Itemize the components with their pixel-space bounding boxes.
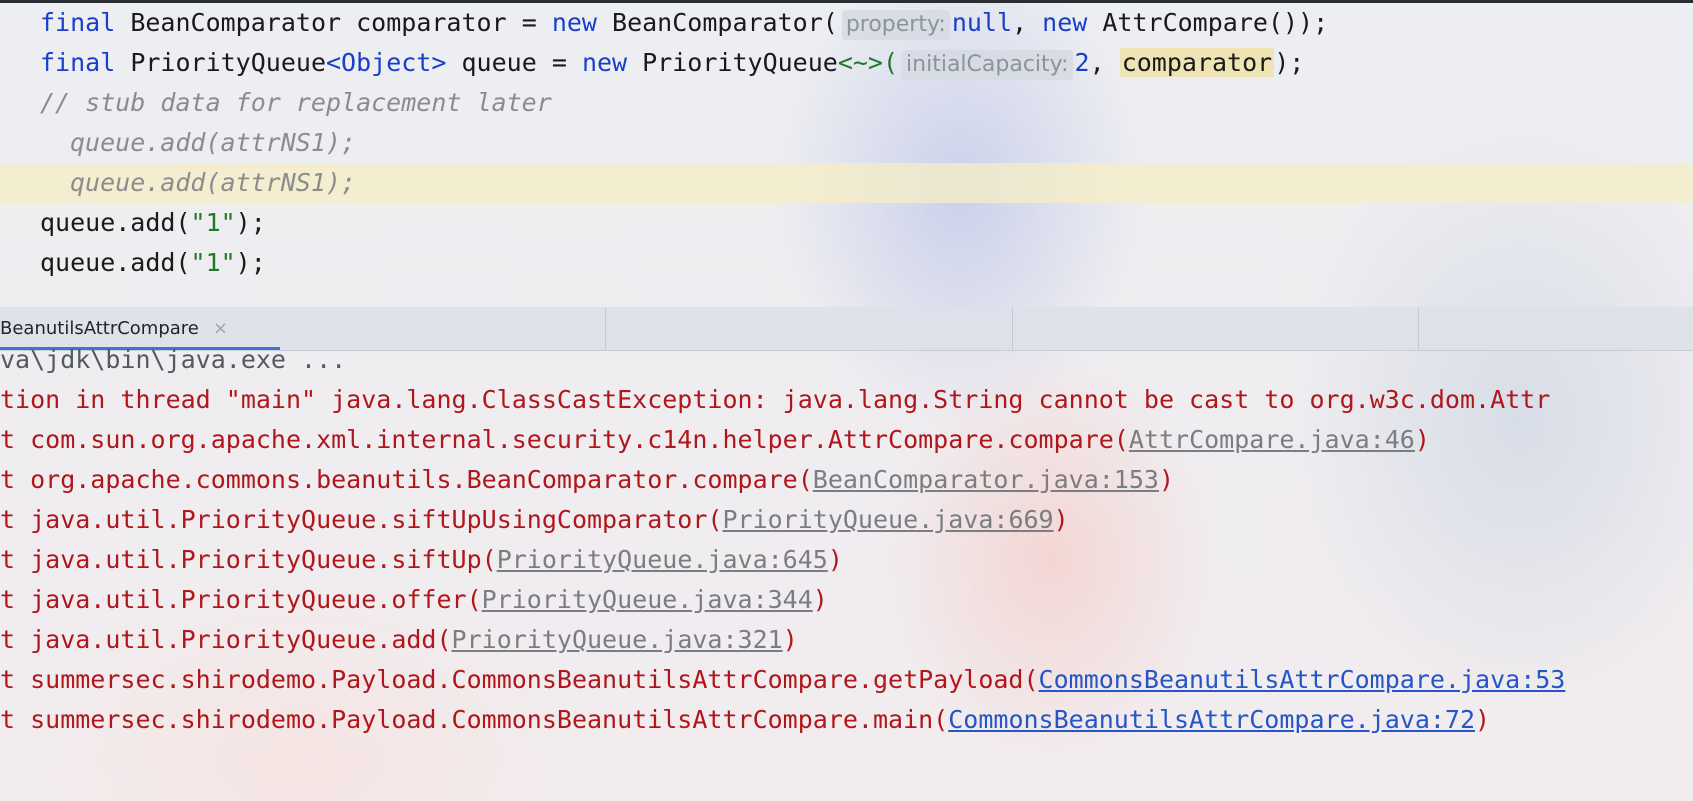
highlighted-variable: comparator [1119, 48, 1275, 77]
punctuation: ()); [1267, 8, 1329, 37]
code-line-6[interactable]: queue.add("1"); [0, 203, 1693, 243]
run-console-output[interactable]: va\jdk\bin\java.exe ... tion in thread "… [0, 342, 1693, 801]
string-literal: "1" [190, 248, 236, 277]
stack-frame-text: t org.apache.commons.beanutils.BeanCompa… [0, 465, 813, 494]
stack-frame-text: t java.util.PriorityQueue.offer( [0, 585, 482, 614]
stack-frame-text: t summersec.shirodemo.Payload.CommonsBea… [0, 705, 949, 734]
code-line-7[interactable]: queue.add("1"); [0, 243, 1693, 283]
code-line-5-current[interactable]: queue.add(attrNS1); [0, 163, 1693, 203]
punctuation: ) [1475, 705, 1491, 734]
source-link[interactable]: CommonsBeanutilsAttrCompare.java:72 [948, 705, 1475, 734]
number-literal: 2 [1074, 48, 1090, 77]
stack-frame: t java.util.PriorityQueue.offer(Priority… [0, 580, 828, 620]
stack-frame: t summersec.shirodemo.Payload.CommonsBea… [0, 660, 1565, 700]
method-call: queue.add( [40, 248, 191, 277]
source-link[interactable]: PriorityQueue.java:321 [452, 625, 783, 654]
exception-message: tion in thread "main" java.lang.ClassCas… [0, 385, 1551, 414]
stack-frame-text: t java.util.PriorityQueue.siftUpUsingCom… [0, 505, 723, 534]
string-literal: "1" [190, 208, 236, 237]
punctuation: ); [235, 208, 266, 237]
stack-frame: t summersec.shirodemo.Payload.CommonsBea… [0, 700, 1490, 740]
keyword: final [40, 8, 116, 37]
type-name: BeanComparator [130, 8, 342, 37]
code-line-1[interactable]: final BeanComparator comparator = new Be… [0, 3, 1693, 43]
stack-frame-text: t summersec.shirodemo.Payload.CommonsBea… [0, 665, 1039, 694]
comment: // stub data for replacement later [40, 88, 552, 117]
punctuation: ) [827, 545, 843, 574]
keyword: new [1042, 8, 1088, 37]
keyword: new [581, 48, 628, 77]
type-name: PriorityQueue [130, 48, 326, 77]
stack-frame: t org.apache.commons.beanutils.BeanCompa… [0, 460, 1174, 500]
code-line-2[interactable]: final PriorityQueue<Object> queue = new … [0, 43, 1693, 83]
code-line-3[interactable]: // stub data for replacement later [0, 83, 1693, 123]
punctuation: ) [1414, 425, 1430, 454]
stack-frame-text: t java.util.PriorityQueue.siftUp( [0, 545, 497, 574]
stack-frame: t java.util.PriorityQueue.siftUpUsingCom… [0, 500, 1069, 540]
source-link[interactable]: PriorityQueue.java:669 [722, 505, 1053, 534]
variable-name: comparator [356, 8, 507, 37]
source-link[interactable]: BeanComparator.java:153 [813, 465, 1159, 494]
code-line-4[interactable]: queue.add(attrNS1); [0, 123, 1693, 163]
commented-code: queue.add(attrNS1); [70, 168, 356, 197]
punctuation: ); [235, 248, 266, 277]
constructor-call: BeanComparator( [612, 8, 838, 37]
punctuation: ) [1053, 505, 1069, 534]
generic-type: <Object> [326, 48, 447, 77]
source-link[interactable]: AttrCompare.java:46 [1129, 425, 1415, 454]
parameter-hint: property: [841, 10, 950, 40]
operator: = [551, 48, 567, 77]
punctuation: ) [812, 585, 828, 614]
close-icon[interactable]: × [213, 318, 228, 339]
punctuation: ) [782, 625, 798, 654]
keyword: null [951, 8, 1013, 37]
punctuation: , [1089, 48, 1105, 77]
source-link[interactable]: PriorityQueue.java:344 [482, 585, 813, 614]
diamond-operator: <~>( [837, 48, 899, 77]
stack-frame: t com.sun.org.apache.xml.internal.securi… [0, 420, 1430, 460]
constructor-call: AttrCompare [1102, 8, 1268, 37]
parameter-hint: initialCapacity: [902, 50, 1073, 80]
stack-frame-text: t com.sun.org.apache.xml.internal.securi… [0, 425, 1129, 454]
punctuation: ) [1158, 465, 1175, 494]
operator: = [521, 8, 537, 37]
stack-frame: t java.util.PriorityQueue.add(PriorityQu… [0, 620, 798, 660]
method-call: queue.add( [40, 208, 191, 237]
source-link[interactable]: PriorityQueue.java:645 [497, 545, 828, 574]
stack-frame: t java.util.PriorityQueue.siftUp(Priorit… [0, 540, 843, 580]
keyword: new [551, 8, 597, 37]
commented-code: queue.add(attrNS1); [70, 128, 356, 157]
console-command-line: va\jdk\bin\java.exe ... [0, 345, 347, 374]
keyword: final [40, 48, 116, 77]
stack-frame-text: t java.util.PriorityQueue.add( [0, 625, 452, 654]
code-editor[interactable]: final BeanComparator comparator = new Be… [0, 3, 1693, 307]
punctuation: , [1012, 8, 1028, 37]
constructor-call: PriorityQueue [642, 48, 838, 77]
variable-name: queue [461, 48, 537, 77]
source-link[interactable]: CommonsBeanutilsAttrCompare.java:53 [1039, 665, 1566, 694]
run-tab-label: BeanutilsAttrCompare [0, 318, 199, 339]
punctuation: ); [1274, 48, 1305, 77]
